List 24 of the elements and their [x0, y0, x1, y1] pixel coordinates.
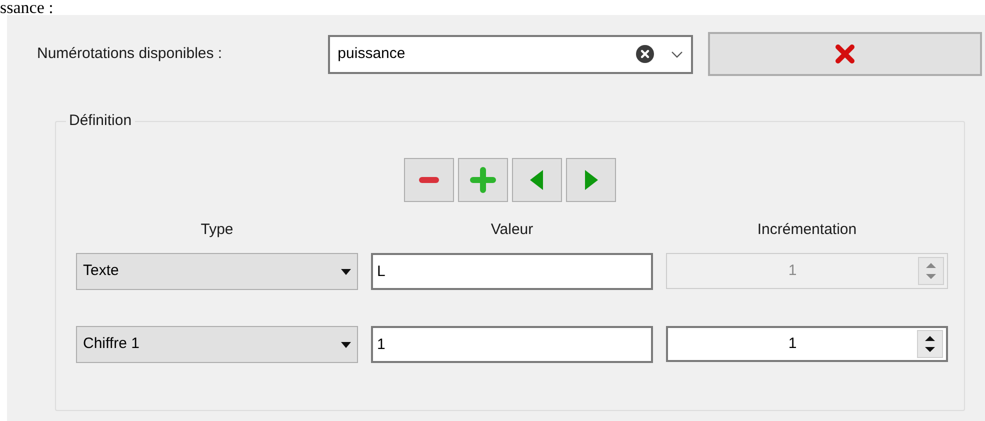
minus-icon [419, 177, 439, 183]
next-button[interactable] [566, 158, 616, 202]
plus-icon [470, 167, 496, 193]
dropdown-arrow-icon [341, 342, 351, 348]
delete-button[interactable] [708, 32, 982, 76]
previous-button[interactable] [512, 158, 562, 202]
numbering-combo-box[interactable]: puissance [328, 34, 694, 74]
value-field[interactable]: L [371, 253, 653, 290]
value-field[interactable]: 1 [371, 326, 653, 363]
column-header: Type [200, 220, 234, 240]
heading-text: ssance : [0, 0, 54, 15]
delete-cross-icon [835, 44, 856, 64]
column-header: Incrémentation [757, 220, 857, 240]
increment-spinbox[interactable]: 1 [666, 326, 948, 362]
dropdown-arrow-icon [341, 268, 351, 274]
type-dropdown[interactable]: Texte [76, 253, 358, 290]
type-dropdown[interactable]: Chiffre 1 [76, 326, 358, 363]
field-label: Numérotations disponibles : [37, 44, 224, 64]
add-button[interactable] [458, 158, 508, 202]
spin-arrows-icon[interactable] [917, 330, 943, 358]
chevron-down-icon[interactable] [671, 50, 684, 58]
clear-icon[interactable] [636, 45, 654, 63]
remove-button[interactable] [404, 158, 454, 202]
column-header: Valeur [490, 220, 534, 240]
